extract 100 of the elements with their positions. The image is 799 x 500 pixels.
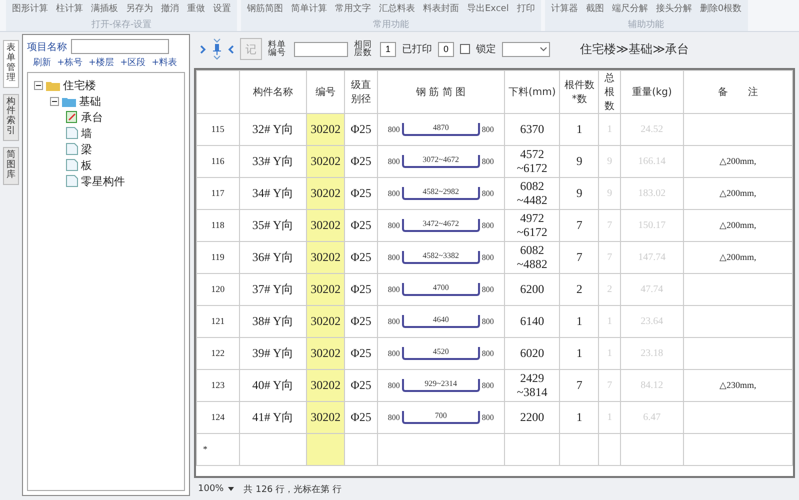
group-label: 常用功能 [372,18,409,31]
rebar-shape: 4582~2982 [402,187,480,200]
zoom-dropdown[interactable]: 100% [198,484,224,494]
rebar-end-length: 800 [388,349,400,358]
group-label: 打开-保存-设置 [91,18,152,31]
ribbon-button[interactable]: 计算器 [550,2,578,14]
new-row-marker: * [196,434,240,466]
table-cell: Φ25 [344,242,378,274]
ribbon-button[interactable]: 重做 [187,2,205,14]
ribbon-button[interactable]: 设置 [213,2,231,14]
table-cell: 2200 [504,402,560,434]
rebar-shape: 929~2314 [402,379,480,392]
ribbon-button[interactable]: 截图 [586,2,604,14]
chevron-left-icon[interactable] [228,44,234,54]
rebar-end-length: 800 [482,125,494,134]
collapse-icon[interactable] [34,80,43,90]
table-cell: 7 [560,242,599,274]
ribbon-button[interactable]: 常用文字 [335,2,371,14]
field-label: 已打印 [402,42,432,56]
table-cell: 4972 ~6172 [504,210,560,242]
rebar-end-length: 800 [388,253,400,262]
project-link[interactable]: +楼层 [88,56,114,69]
ribbon-button[interactable]: 料表封面 [423,2,459,14]
rebar-end-length: 800 [388,157,400,166]
table-cell: Φ25 [344,178,378,210]
ribbon-button[interactable]: 柱计算 [56,2,83,14]
tree-item[interactable]: 住宅楼 [63,78,96,92]
collapse-icon[interactable] [50,96,59,106]
table-cell: 30202 [306,114,345,146]
rebar-end-length: 800 [482,381,494,390]
table-cell: 7 [560,370,599,402]
ribbon-button[interactable]: 接头分解 [656,2,692,14]
project-field[interactable] [71,39,169,54]
row-number: 118 [196,210,240,242]
ribbon-button[interactable]: 导出Excel [467,2,509,14]
rebar-end-length: 800 [482,189,494,198]
chevron-right-icon[interactable] [200,44,206,54]
column-header: 钢 筋 简 图 [377,70,504,114]
rebar-end-length: 800 [482,157,494,166]
ribbon-button[interactable]: 简单计算 [291,2,327,14]
project-link[interactable]: +栋号 [57,56,83,69]
ribbon-button[interactable]: 图形计算 [12,2,48,14]
field-label: 相同层数 [354,40,373,58]
rebar-shape: 3472~4672 [402,219,480,232]
table-cell: 6370 [504,114,560,146]
ribbon-button[interactable]: 打印 [516,2,535,14]
document-icon [66,159,78,171]
ribbon-button[interactable]: 满插板 [91,2,118,14]
table-cell: 30202 [306,146,345,178]
rebar-end-length: 800 [388,125,400,134]
table-cell: Φ25 [344,306,378,338]
row-number: 116 [196,146,240,178]
rebar-shape: 4582~3382 [402,251,480,264]
tree-item[interactable]: 墙 [81,126,92,140]
project-link[interactable]: 刷新 [33,56,51,69]
row-number: 121 [196,306,240,338]
ribbon-button[interactable]: 钢筋简图 [247,2,283,14]
column-header: 级直别径 [344,70,378,114]
table-cell: 9 [560,178,599,210]
ribbon-button[interactable]: 端尺分解 [612,2,648,14]
row-number: 115 [196,114,240,146]
dropdown[interactable] [502,42,550,56]
tree-item[interactable]: 承台 [81,110,103,124]
column-header: 下料(mm) [504,70,560,114]
tree-item[interactable]: 板 [81,158,92,172]
table-cell: 30202 [306,274,345,306]
table-cell: 6082 ~4882 [504,242,560,274]
document-icon [66,175,78,187]
ribbon-button[interactable]: 撤消 [161,2,179,14]
tree-item[interactable]: 零星构件 [81,174,125,188]
tree-item[interactable]: 基础 [79,94,101,108]
table-cell: Φ25 [344,402,378,434]
column-header: 备 注 [683,70,792,114]
side-tab[interactable]: 构件索引 [3,94,19,142]
rebar-shape: 4640 [402,315,480,328]
tree-item[interactable]: 梁 [81,142,92,156]
rebar-end-length: 800 [482,221,494,230]
sheet-number-field[interactable] [294,42,348,56]
edit-icon [66,111,78,123]
table-cell: 4572 ~6172 [504,146,560,178]
checkbox-label: 锁定 [476,42,496,56]
dropdown-arrow-icon[interactable] [228,487,234,491]
side-tab[interactable]: 表单管理 [3,40,19,88]
lock-checkbox[interactable] [460,44,470,54]
floors-field[interactable]: 1 [380,42,396,56]
row-number: 124 [196,402,240,434]
ribbon-button[interactable]: 汇总料表 [379,2,415,14]
printed-field[interactable]: 0 [438,42,454,56]
table-cell: 1 [560,114,599,146]
rebar-shape: 4700 [402,283,480,296]
side-tab[interactable]: 简图库 [3,147,19,185]
ribbon-button[interactable]: 删除0根数 [700,2,742,14]
chevron-icon [540,46,547,52]
ribbon-button[interactable]: 另存为 [126,2,153,14]
pin-icon[interactable] [212,38,222,60]
rebar-shape: 3072~4672 [402,155,480,168]
row-number: 123 [196,370,240,402]
project-link[interactable]: +料表 [152,56,178,69]
rebar-end-length: 800 [388,189,400,198]
project-link[interactable]: +区段 [120,56,146,69]
